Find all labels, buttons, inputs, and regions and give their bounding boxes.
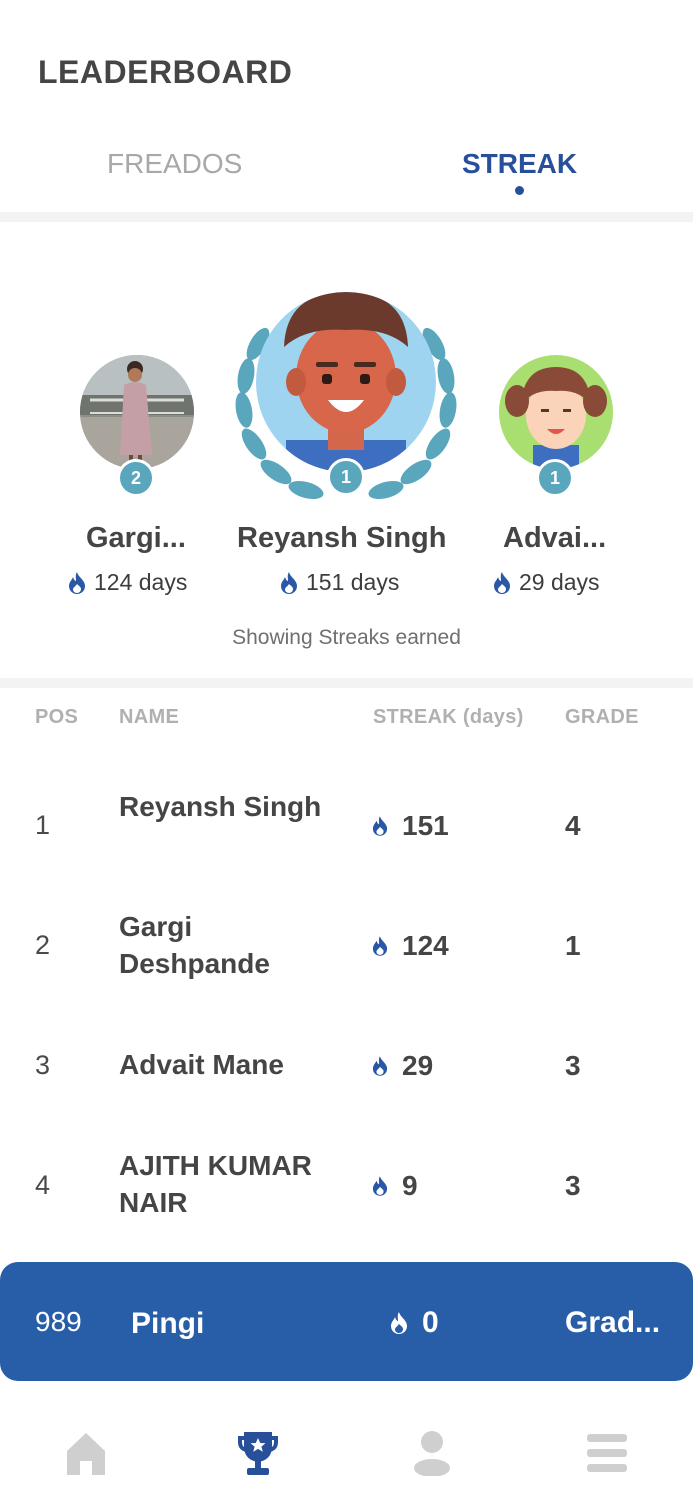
row-name: AJITH KUMAR NAIR [119, 1150, 312, 1218]
my-rank-grade: Grad... [565, 1306, 661, 1339]
podium-entry-third[interactable]: 1 [499, 355, 613, 497]
podium-name-first: Reyansh Singh [237, 522, 447, 554]
flame-icon [391, 1312, 407, 1334]
divider [0, 678, 693, 688]
nav-menu[interactable] [577, 1423, 637, 1483]
trophy-icon [238, 1432, 278, 1475]
row-streak: 29 [372, 1050, 433, 1082]
row-name: Advait Mane [119, 1049, 284, 1080]
column-header-pos: POS [35, 706, 79, 728]
podium-days-third: 29 days [493, 569, 600, 596]
column-header-name: NAME [119, 706, 180, 728]
row-pos: 1 [35, 810, 51, 840]
home-icon [67, 1433, 105, 1475]
table-row[interactable]: 1 Reyansh Singh 151 4 [0, 766, 693, 886]
rank-badge: 2 [117, 459, 155, 497]
avatar-photo [80, 355, 194, 469]
row-pos: 3 [35, 1050, 51, 1080]
rank-badge: 1 [327, 458, 365, 496]
table-row[interactable]: 3 Advait Mane 29 3 [0, 1006, 693, 1126]
avatar [499, 355, 613, 469]
row-name: Gargi Deshpande [119, 911, 270, 979]
flame-icon [372, 1176, 388, 1196]
header: LEADERBOARD FREADOS STREAK [0, 0, 693, 212]
divider [0, 212, 693, 222]
my-rank-name: Pingi [131, 1307, 205, 1340]
column-header-streak: STREAK (days) [373, 706, 524, 728]
flame-icon [69, 571, 85, 594]
active-tab-indicator [515, 186, 524, 195]
row-streak: 124 [372, 930, 449, 962]
flame-icon [281, 571, 297, 594]
nav-home[interactable] [56, 1423, 116, 1483]
row-pos: 2 [35, 930, 51, 960]
flame-icon [372, 1056, 388, 1076]
row-pos: 4 [35, 1170, 51, 1200]
podium-name-third: Advai... [503, 522, 607, 554]
tab-freados[interactable]: FREADOS [107, 148, 242, 180]
podium-name-second: Gargi... [86, 522, 186, 554]
podium-caption: Showing Streaks earned [232, 626, 461, 649]
row-grade: 3 [565, 1050, 581, 1081]
row-grade: 1 [565, 930, 581, 961]
bottom-nav [0, 1381, 693, 1500]
profile-icon [414, 1431, 450, 1476]
row-grade: 4 [565, 810, 581, 841]
table-row[interactable]: 4 AJITH KUMAR NAIR 9 3 [0, 1126, 693, 1246]
column-header-grade: GRADE [565, 706, 639, 728]
row-grade: 3 [565, 1170, 581, 1201]
my-rank-row[interactable]: 989 Pingi 0 Grad... [0, 1262, 693, 1381]
nav-profile[interactable] [402, 1423, 462, 1483]
podium-days-second: 124 days [68, 569, 187, 596]
menu-icon [587, 1434, 627, 1472]
flame-icon [494, 571, 510, 594]
podium-entry-second[interactable]: 2 [80, 355, 194, 497]
row-streak: 151 [372, 810, 449, 842]
flame-icon [372, 936, 388, 956]
flame-icon [372, 816, 388, 836]
my-rank-pos: 989 [35, 1306, 82, 1337]
nav-leaderboard[interactable] [228, 1423, 288, 1483]
rank-badge: 1 [536, 459, 574, 497]
avatar [256, 292, 436, 472]
podium-entry-first[interactable]: 1 [228, 284, 464, 506]
row-streak: 9 [372, 1170, 418, 1202]
page-title: LEADERBOARD [38, 54, 293, 90]
row-name: Reyansh Singh [119, 791, 322, 822]
table-row[interactable]: 2 Gargi Deshpande 124 1 [0, 886, 693, 1006]
podium-days-first: 151 days [280, 569, 399, 596]
my-rank-streak: 0 [390, 1306, 439, 1340]
tab-streak[interactable]: STREAK [462, 148, 577, 180]
podium: 2 1 1 Gargi... Reyansh Singh Advai... 12… [0, 222, 693, 678]
